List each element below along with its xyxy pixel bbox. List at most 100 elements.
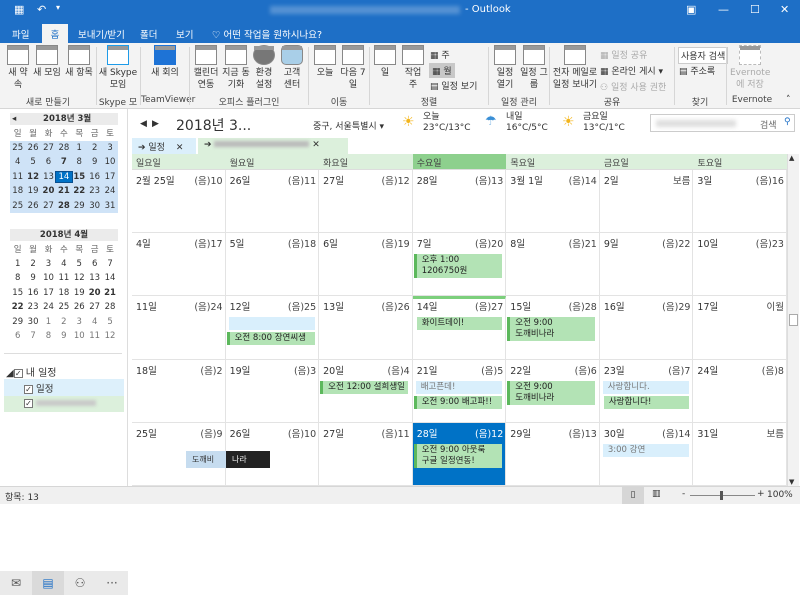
day-cell[interactable]: 10일 (음)23 [693, 233, 787, 297]
day-cell[interactable]: 27일 (음)12 [319, 170, 413, 234]
mini-day[interactable]: 11 [87, 331, 102, 341]
day-cell[interactable]: 16일 (음)29 [599, 296, 694, 360]
calendar-event[interactable]: 배고픈데! [413, 380, 502, 394]
day-cell[interactable]: 20일 (음)4 오전 12:00 설희생일 [319, 359, 413, 423]
mini-day[interactable]: 19 [25, 186, 40, 196]
mini-day[interactable]: 8 [72, 157, 87, 167]
email-calendar-button[interactable]: 전자 메일로 일정 보내기 [552, 43, 598, 91]
quick-access-icon[interactable]: ▾ [56, 3, 60, 12]
tab-folder[interactable]: 폴더 [136, 24, 161, 43]
calendar-event[interactable] [226, 317, 315, 331]
mini-day[interactable]: 10 [102, 157, 117, 167]
day-cell[interactable]: 5일 (음)18 [225, 233, 320, 297]
ribbon-options-icon[interactable]: ▣ [686, 3, 696, 16]
calendar-event[interactable]: 화이트데이! [413, 317, 502, 331]
mini-day[interactable]: 14 [55, 170, 73, 183]
mini-day[interactable]: 7 [102, 259, 117, 269]
day-cell[interactable]: 13일 (음)26 [319, 296, 413, 360]
search-people-input[interactable]: 사용자 검색 [678, 47, 729, 64]
checkbox[interactable]: ✓ [24, 385, 33, 394]
mini-day[interactable]: 20 [87, 288, 102, 298]
day-cell[interactable]: 8일 (음)21 [506, 233, 600, 297]
tab-shared-calendar[interactable]: ➔ ✕ [198, 138, 348, 154]
minimize-icon[interactable]: — [718, 3, 729, 16]
tell-me-input[interactable]: ♡ 어떤 작업을 원하시나요? [208, 24, 326, 43]
mini-day[interactable]: 21 [102, 288, 117, 298]
mini-day[interactable]: 1 [10, 259, 25, 269]
mini-day[interactable]: 13 [41, 172, 56, 182]
mini-day[interactable]: 12 [72, 273, 87, 283]
mini-day[interactable]: 3 [41, 259, 56, 269]
mini-day[interactable]: 1 [41, 317, 56, 327]
mini-day[interactable]: 4 [56, 259, 71, 269]
today-button[interactable]: 오늘 [312, 43, 338, 79]
day-cell[interactable]: 11일 (음)24 [132, 296, 226, 360]
mini-day[interactable]: 5 [102, 317, 117, 327]
evernote-save-button[interactable]: Evernote에 저장 [730, 43, 770, 91]
mini-day[interactable]: 4 [87, 317, 102, 327]
normal-view-icon[interactable]: ▯ [622, 487, 644, 504]
day-cell[interactable]: 31일 보름 [693, 422, 787, 486]
location-dropdown[interactable]: 중구, 서울특별시 ▾ [313, 119, 384, 132]
week-view-button[interactable]: ▦ 주 [430, 48, 450, 61]
zoom-slider-thumb[interactable] [720, 491, 723, 500]
calendar-event[interactable]: 사랑합니다! [600, 395, 689, 409]
search-input[interactable]: 검색 ⚲ [650, 114, 795, 132]
undo-icon[interactable]: ↶ [37, 3, 46, 16]
maximize-icon[interactable]: ☐ [750, 3, 760, 16]
mini-day[interactable]: 26 [25, 143, 40, 153]
day-cell[interactable]: 29일 (음)13 [506, 422, 600, 486]
mini-day[interactable]: 12 [25, 172, 40, 182]
people-icon[interactable]: ⚇ [64, 571, 96, 595]
mini-day[interactable]: 28 [102, 302, 117, 312]
mini-day[interactable]: 7 [56, 157, 71, 167]
day-cell[interactable]: 22일 (음)6 오전 9:00 도깨비나라 [506, 359, 600, 423]
mini-day[interactable]: 2 [25, 259, 40, 269]
mini-day[interactable]: 17 [41, 288, 56, 298]
skype-meeting-button[interactable]: 새 Skype 모임 [98, 43, 138, 91]
new-appointment-button[interactable]: 새 약속 [6, 43, 30, 91]
mini-day[interactable]: 1 [72, 143, 87, 153]
mini-day[interactable]: 16 [25, 288, 40, 298]
publish-online-button[interactable]: ▦ 온라인 게시 ▾ [600, 64, 663, 77]
mini-day[interactable]: 25 [10, 143, 25, 153]
mini-day[interactable]: 30 [25, 317, 40, 327]
day-cell[interactable]: 23일 (음)7 사랑합니다. 사랑합니다! [599, 359, 694, 423]
day-cell[interactable]: 9일 (음)22 [599, 233, 694, 297]
mini-day[interactable]: 4 [10, 157, 25, 167]
mini-day[interactable]: 6 [41, 157, 56, 167]
teamviewer-meeting-button[interactable]: 새 회의 [150, 43, 180, 79]
day-cell[interactable]: 15일 (음)28 오전 9:00 도깨비나라 [506, 296, 600, 360]
mini-day[interactable]: 2 [56, 317, 71, 327]
checkbox[interactable]: ✓ [24, 399, 33, 408]
tab-home[interactable]: 홈 [42, 24, 68, 43]
mini-day[interactable]: 17 [102, 172, 117, 182]
day-cell[interactable]: 2월 25일 (음)10 [132, 170, 226, 234]
calendar-permissions-button[interactable]: ⚇ 일정 사용 권한 [600, 80, 666, 93]
mini-day[interactable]: 22 [72, 186, 87, 196]
mini-day[interactable]: 20 [41, 186, 56, 196]
close-icon[interactable]: ✕ [780, 3, 789, 16]
mini-day[interactable]: 23 [25, 302, 40, 312]
tab-view[interactable]: 보기 [172, 24, 197, 43]
mini-day[interactable]: 31 [102, 201, 117, 211]
mini-day[interactable]: 9 [25, 273, 40, 283]
mini-day[interactable]: 28 [56, 143, 71, 153]
calendar-event[interactable]: 오전 9:00 도깨비나라 [507, 380, 596, 405]
day-cell[interactable]: 6일 (음)19 [319, 233, 413, 297]
more-icon[interactable]: ··· [96, 571, 128, 595]
month-view-button[interactable]: ▦ 월 [429, 63, 455, 78]
day-cell[interactable]: 19일 (음)3 [225, 359, 320, 423]
share-calendar-button[interactable]: ▦ 일정 공유 [600, 48, 647, 61]
close-tab-icon[interactable]: ✕ [176, 143, 184, 153]
day-cell[interactable]: 14일 (음)27 화이트데이! [412, 296, 507, 360]
mini-day[interactable]: 9 [87, 157, 102, 167]
zoom-in-icon[interactable]: + [757, 489, 765, 499]
calendar-item[interactable]: ✓ 일정 [4, 379, 124, 397]
reading-view-icon[interactable]: ▥ [652, 489, 661, 499]
calendar-event[interactable]: 오전 9:00 아웃룩 구글 일정연동! [413, 443, 502, 468]
mini-day[interactable]: 26 [72, 302, 87, 312]
address-book-button[interactable]: ▤ 주소록 [679, 64, 715, 77]
scroll-thumb[interactable] [789, 314, 798, 326]
day-cell[interactable]: 7일 (음)20 오후 1:00 1206750원 [412, 233, 507, 297]
